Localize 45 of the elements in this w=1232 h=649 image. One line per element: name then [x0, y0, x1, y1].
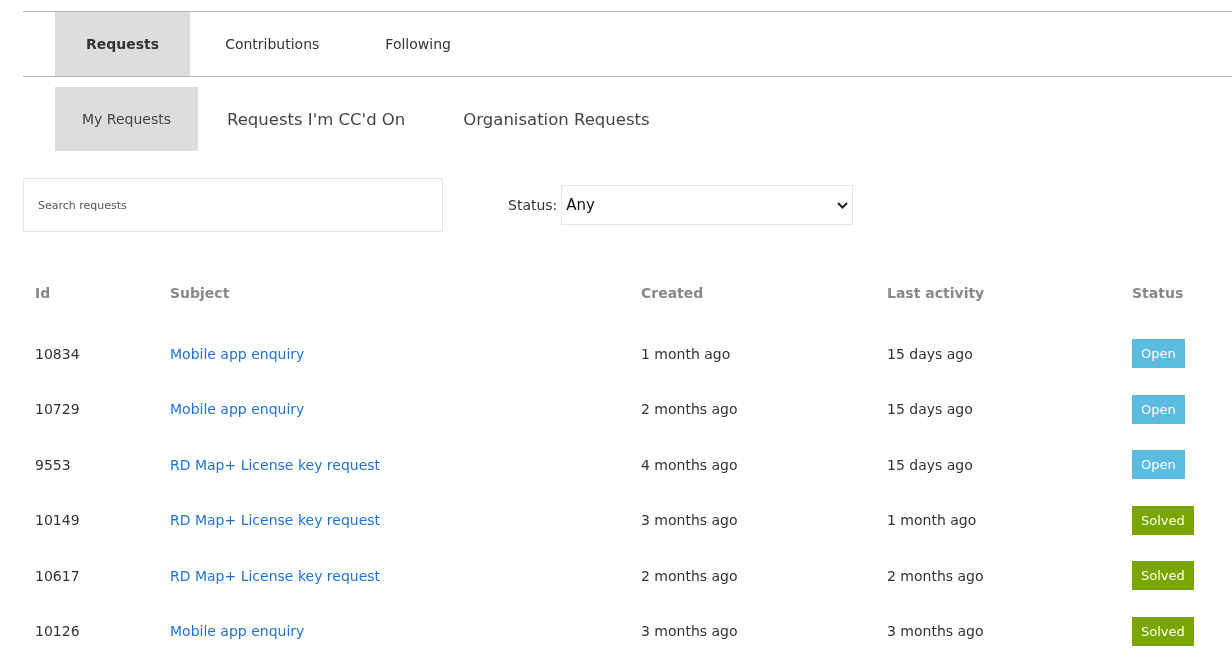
- status-badge: Solved: [1132, 561, 1194, 591]
- status-label: Status:: [508, 197, 558, 213]
- sub-tab[interactable]: Requests I'm CC'd On: [198, 87, 435, 151]
- table-cell-text: 10617: [34, 566, 81, 586]
- subject-link[interactable]: RD Map+ License key request: [170, 456, 381, 473]
- status-badge: Solved: [1132, 616, 1194, 646]
- column-header: Subject: [169, 285, 231, 303]
- subject-link[interactable]: Mobile app enquiry: [170, 623, 305, 640]
- sub-tab[interactable]: Organisation Requests: [434, 87, 679, 151]
- table-cell-text: 1 month ago: [640, 344, 732, 364]
- subject-link[interactable]: RD Map+ License key request: [170, 567, 381, 584]
- table-cell-text: 15 days ago: [886, 400, 974, 420]
- table-cell-text: 9553: [34, 455, 72, 475]
- table-cell-text: 3 months ago: [886, 622, 985, 642]
- table-cell-text: 3 months ago: [640, 622, 739, 642]
- column-header: Last activity: [886, 285, 986, 303]
- nav-tab[interactable]: Contributions: [194, 12, 351, 76]
- table-cell-text: 10834: [34, 344, 81, 364]
- nav-tab[interactable]: Following: [354, 12, 482, 76]
- column-header: Created: [640, 285, 705, 303]
- table-cell-text: 3 months ago: [640, 511, 739, 531]
- status-badge: Solved: [1132, 505, 1194, 535]
- chevron-down-icon: [837, 201, 849, 209]
- status-badge: Open: [1132, 394, 1185, 424]
- nav-tab[interactable]: Requests: [55, 12, 191, 76]
- table-cell-text: 10149: [34, 511, 81, 531]
- table-cell-text: 2 months ago: [640, 400, 739, 420]
- table-cell-text: 10729: [34, 400, 81, 420]
- table-cell-text: 2 months ago: [886, 566, 985, 586]
- status-select[interactable]: Any: [561, 185, 854, 225]
- table-cell-text: 15 days ago: [886, 344, 974, 364]
- column-header: Id: [34, 285, 52, 303]
- subject-link[interactable]: RD Map+ License key request: [170, 512, 381, 529]
- table-cell-text: 15 days ago: [886, 455, 974, 475]
- table-cell-text: 2 months ago: [640, 566, 739, 586]
- column-header: Status: [1131, 285, 1185, 303]
- sub-tab[interactable]: My Requests: [55, 87, 198, 151]
- table-cell-text: 4 months ago: [640, 455, 739, 475]
- table-cell-text: 1 month ago: [886, 511, 978, 531]
- table-cell-text: 10126: [34, 622, 81, 642]
- status-badge: Open: [1132, 450, 1185, 480]
- status-badge: Open: [1132, 339, 1185, 369]
- subject-link[interactable]: Mobile app enquiry: [170, 401, 305, 418]
- search-field[interactable]: Search requests: [23, 178, 443, 232]
- subject-link[interactable]: Mobile app enquiry: [170, 345, 305, 362]
